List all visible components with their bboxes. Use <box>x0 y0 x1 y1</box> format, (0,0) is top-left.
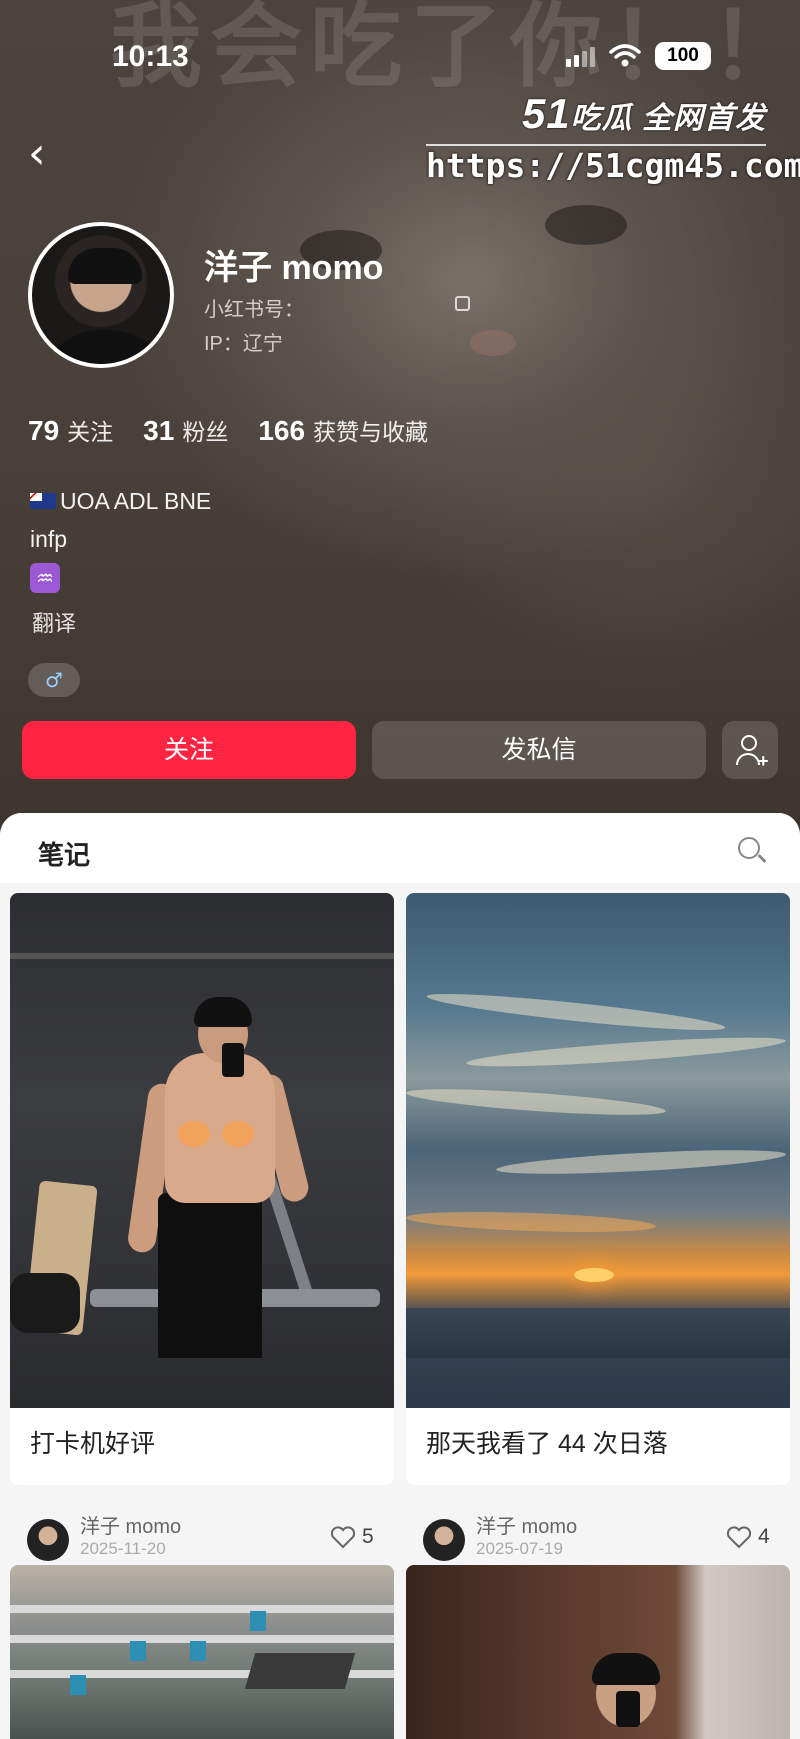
profile-nickname: 洋子 momo <box>204 249 384 287</box>
note-title: 打卡机好评 <box>30 1430 156 1458</box>
bio-line: UOA ADL BNE <box>60 488 212 514</box>
tab-notes[interactable]: 笔记 <box>38 835 90 872</box>
author-avatar <box>27 1519 69 1561</box>
status-time: 10:13 <box>112 40 189 73</box>
stat-likes-collects[interactable]: 166 获赞与收藏 <box>258 413 428 447</box>
profile-stats: 79 关注 31 粉丝 166 获赞与收藏 <box>28 413 428 447</box>
copy-icon[interactable] <box>455 296 470 311</box>
stat-following[interactable]: 79 关注 <box>28 413 113 447</box>
heart-icon[interactable] <box>330 1525 356 1549</box>
battery-icon: 100 <box>655 42 711 70</box>
note-author: 洋子 momo <box>476 1516 578 1538</box>
ip-location: IP：辽宁 <box>204 333 283 355</box>
wifi-icon <box>609 44 641 67</box>
author-avatar <box>423 1519 465 1561</box>
note-card[interactable] <box>406 1565 790 1739</box>
like-count: 5 <box>362 1525 374 1548</box>
notes-header: 笔记 <box>0 813 800 883</box>
watermark-logo: 51吃瓜 全网首发 <box>521 90 766 137</box>
note-date: 2025-07-19 <box>476 1539 563 1558</box>
profile-avatar[interactable] <box>28 222 174 368</box>
background-cat-nose <box>470 330 516 356</box>
heart-icon[interactable] <box>726 1525 752 1549</box>
background-cat-eye <box>545 205 627 245</box>
note-cover-image <box>10 893 394 1408</box>
note-card[interactable]: 那天我看了 44 次日落 <box>406 893 790 1485</box>
add-friend-button[interactable]: + <box>722 721 778 779</box>
bio-line: infp <box>30 526 68 552</box>
back-button[interactable]: ‹ <box>28 132 62 176</box>
watermark-line <box>426 144 766 146</box>
note-title: 那天我看了 44 次日落 <box>426 1430 668 1458</box>
stat-followers[interactable]: 31 粉丝 <box>143 413 228 447</box>
gender-male-icon: ♂ <box>28 663 80 697</box>
aquarius-icon: ♒ <box>30 563 60 593</box>
notes-panel: 笔记 打卡机好评 洋子 momo 2025-11-20 5 那天我看了 44 次… <box>0 813 800 1739</box>
note-cover-image <box>406 893 790 1408</box>
profile-bio: UOA ADL BNE infp ♒ <box>30 482 211 596</box>
like-count: 4 <box>758 1525 770 1548</box>
note-card[interactable] <box>10 1565 394 1739</box>
signal-icon <box>566 45 595 67</box>
red-id: 小红书号： <box>204 299 304 321</box>
australia-flag-icon <box>30 492 56 509</box>
watermark: 51吃瓜 全网首发 https://51cgm45.com <box>426 90 800 185</box>
note-cover-image <box>406 1565 790 1739</box>
message-button[interactable]: 发私信 <box>372 721 706 779</box>
follow-button[interactable]: 关注 <box>22 721 356 779</box>
note-card[interactable]: 打卡机好评 <box>10 893 394 1485</box>
note-date: 2025-11-20 <box>80 1539 166 1558</box>
note-cover-image <box>10 1565 394 1739</box>
watermark-url: https://51cgm45.com <box>426 146 800 185</box>
search-icon[interactable] <box>738 837 767 865</box>
note-author: 洋子 momo <box>80 1516 182 1538</box>
translate-link[interactable]: 翻译 <box>32 606 76 638</box>
profile-header: 我会吃了你！！ 10:13 100 ‹ 51吃瓜 全网首发 https://51… <box>0 0 800 830</box>
status-icons: 100 <box>566 42 711 70</box>
